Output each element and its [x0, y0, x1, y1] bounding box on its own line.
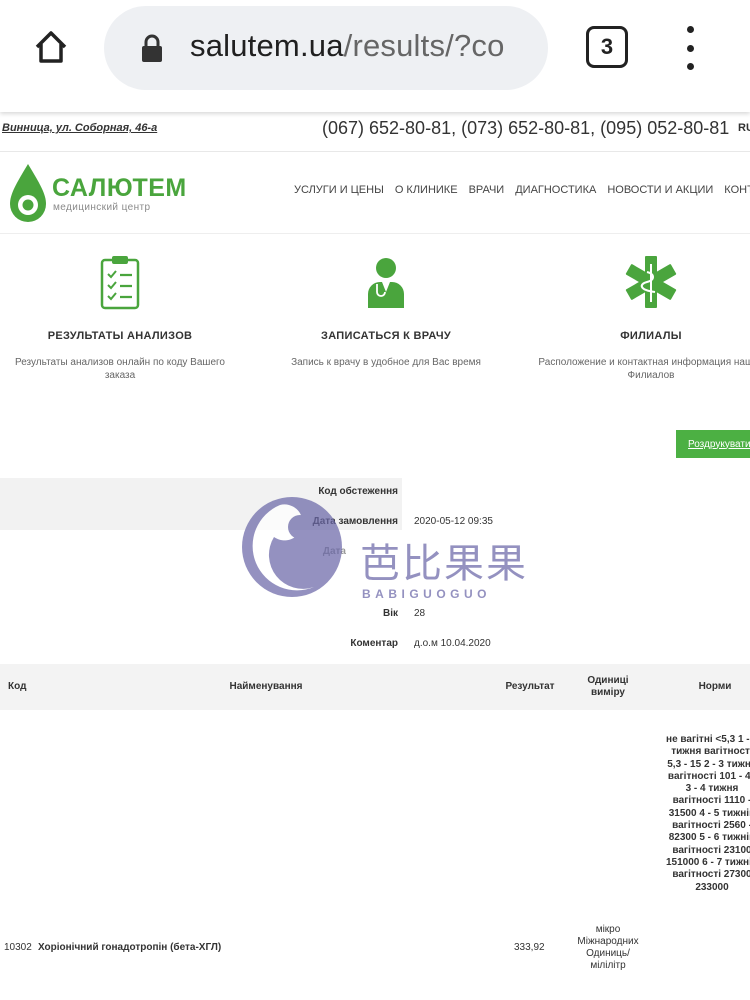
feature-appointment-desc: Запись к врачу в удобное для Вас время [291, 357, 481, 368]
site-logo[interactable]: САЛЮТЕМ медицинский центр [6, 162, 196, 226]
watermark: 芭比果果 BABIGUOGUO [240, 487, 540, 617]
top-info-bar: Винница, ул. Соборная, 46-а (067) 652-80… [0, 112, 750, 152]
logo-subtitle: медицинский центр [53, 202, 151, 213]
feature-branches-desc: Расположение и контактная информация наш… [538, 357, 750, 381]
doctor-icon [356, 252, 416, 312]
nav-item-diagnostics[interactable]: ДИАГНОСТИКА [515, 184, 596, 196]
nav-item-about[interactable]: О КЛИНИКЕ [395, 184, 458, 196]
feature-results-title: РЕЗУЛЬТАТЫ АНАЛИЗОВ [47, 330, 193, 342]
feature-branches-title: ФИЛИАЛЫ [620, 330, 682, 342]
tab-switcher-button[interactable]: 3 [586, 26, 628, 68]
web-page: Винница, ул. Соборная, 46-а (067) 652-80… [0, 112, 750, 1000]
row-units: мікро Міжнародних Одиниць/ мілілітр [577, 924, 639, 971]
row-result: 333,92 [514, 942, 545, 953]
comment-label: Коментар [350, 638, 398, 649]
address-bar[interactable]: salutem.ua/results/?co [104, 6, 548, 90]
th-units: Одиниці виміру [587, 675, 629, 698]
star-of-life-icon [621, 252, 681, 312]
address-link[interactable]: Винница, ул. Соборная, 46-а [2, 122, 157, 134]
feature-appointment[interactable]: ЗАПИСАТЬСЯ К ВРАЧУ Запись к врачу в удоб… [266, 252, 506, 369]
th-name: Найменування [229, 681, 303, 692]
lock-icon [140, 33, 164, 68]
feature-results[interactable]: РЕЗУЛЬТАТЫ АНАЛИЗОВ Результаты анализов … [0, 252, 240, 382]
phone-numbers[interactable]: (067) 652-80-81, (073) 652-80-81, (095) … [322, 118, 729, 139]
nav-item-services[interactable]: УСЛУГИ И ЦЕНЫ [294, 184, 384, 196]
main-nav: УСЛУГИ И ЦЕНЫ О КЛИНИКЕ ВРАЧИ ДИАГНОСТИК… [294, 184, 750, 196]
nav-item-contacts[interactable]: КОНТАКТЫ [724, 184, 750, 196]
row-name: Хоріонічний гонадотропін (бета-ХГЛ) [38, 942, 222, 953]
browser-toolbar: salutem.ua/results/?co 3 [0, 0, 750, 112]
overflow-menu-icon[interactable] [676, 26, 704, 70]
home-icon[interactable] [26, 22, 76, 72]
url-host: salutem.ua [190, 28, 344, 63]
table-header: Код Найменування Результат Одиниці вимір… [0, 664, 750, 710]
url-path: /results/?co [343, 28, 505, 63]
print-button[interactable]: Роздрукувати [676, 430, 750, 458]
th-norms: Норми [698, 681, 732, 692]
feature-results-desc: Результаты анализов онлайн по коду Вашег… [14, 357, 225, 381]
watermark-chinese-text: 芭比果果 [360, 541, 528, 587]
th-result: Результат [505, 681, 555, 692]
language-switcher[interactable]: RU [738, 122, 750, 134]
logo-drop-icon [10, 164, 46, 222]
feature-branches[interactable]: ФИЛИАЛЫ Расположение и контактная информ… [536, 252, 750, 382]
row-norms: не вагітні <5,3 1 - 2 тижня вагітності 5… [665, 734, 750, 893]
clipboard-checklist-icon [90, 252, 150, 312]
feature-blocks: РЕЗУЛЬТАТЫ АНАЛИЗОВ Результаты анализов … [0, 252, 750, 402]
url-text: salutem.ua/results/?co [190, 28, 534, 64]
th-code: Код [8, 681, 27, 692]
watermark-latin-text: BABIGUOGUO [362, 587, 491, 601]
watermark-logo-icon [242, 497, 342, 597]
logo-name: САЛЮТЕМ [52, 174, 187, 202]
comment-value: д.о.м 10.04.2020 [414, 638, 491, 649]
row-code: 10302 [4, 942, 32, 953]
nav-item-news[interactable]: НОВОСТИ И АКЦИИ [607, 184, 713, 196]
site-header: САЛЮТЕМ медицинский центр УСЛУГИ И ЦЕНЫ … [0, 152, 750, 234]
nav-item-doctors[interactable]: ВРАЧИ [469, 184, 505, 196]
feature-appointment-title: ЗАПИСАТЬСЯ К ВРАЧУ [321, 330, 451, 342]
